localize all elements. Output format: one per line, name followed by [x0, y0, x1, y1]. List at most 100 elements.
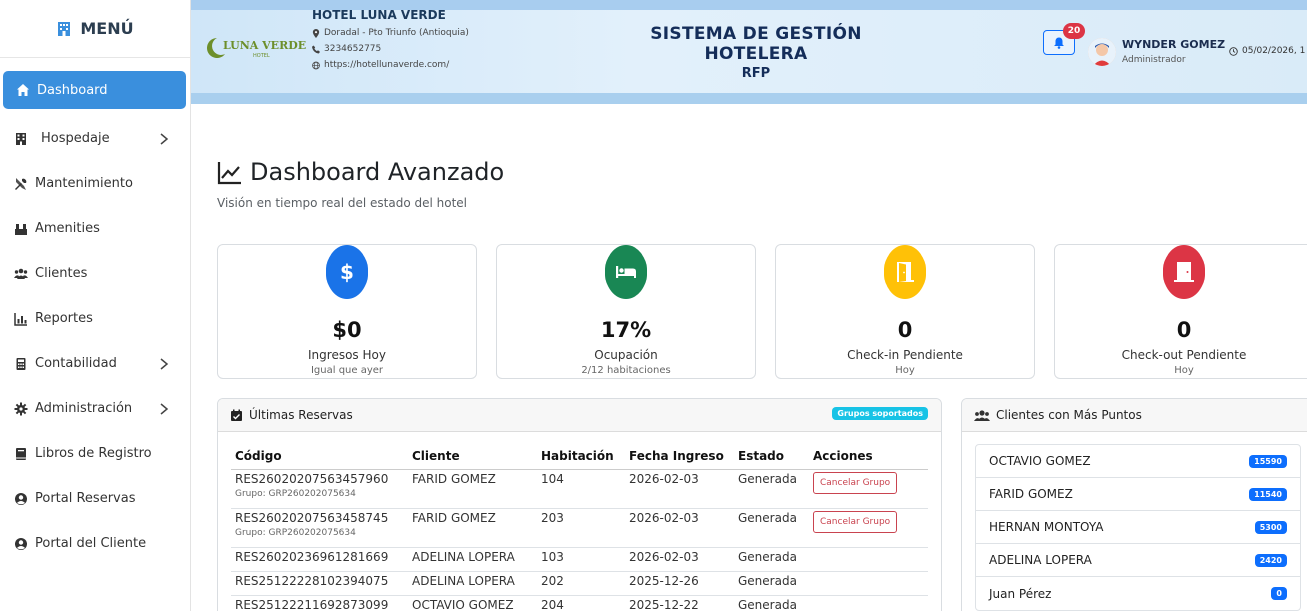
chevron-right-icon [159, 357, 169, 370]
reservation-code-cell: RES26020207563457960 Grupo: GRP2602020756… [231, 469, 408, 509]
stat-value: 17% [600, 318, 652, 342]
col-header-room: Habitación [537, 444, 625, 470]
reservation-code-cell: RES26020207563458745 Grupo: GRP2602020756… [231, 508, 408, 548]
reservation-status: Generada [734, 508, 809, 548]
sidebar-item-mantenimiento[interactable]: Mantenimiento [0, 161, 191, 206]
sidebar-item-portal-del-cliente[interactable]: Portal del Cliente [0, 521, 191, 566]
hotel-address: Doradal - Pto Triunfo (Antioquia) [324, 28, 469, 38]
chart-icon [12, 311, 30, 327]
list-item: OCTAVIO GOMEZ 15590 [976, 445, 1300, 478]
reservations-title: Últimas Reservas [249, 408, 353, 422]
users-icon [974, 409, 990, 421]
reservation-code: RES25122211692873099 [235, 597, 389, 611]
hotel-address-row: Doradal - Pto Triunfo (Antioquia) [312, 28, 469, 38]
sidebar-item-label: Libros de Registro [35, 446, 152, 461]
sidebar-item-reportes[interactable]: Reportes [0, 296, 191, 341]
chevron-right-icon [159, 132, 169, 145]
sidebar-item-label: Dashboard [37, 82, 108, 98]
hotel-website-row: https://hotellunaverde.com/ [312, 60, 469, 70]
page-title: Dashboard Avanzado [250, 158, 505, 186]
user-role: Administrador [1122, 55, 1186, 65]
sidebar-item-portal-reservas[interactable]: Portal Reservas [0, 476, 191, 521]
reservation-client: OCTAVIO GOMEZ [408, 595, 537, 611]
reservation-client: FARID GOMEZ [408, 469, 537, 509]
reservation-actions: Cancelar Grupo [809, 469, 928, 509]
reservation-date: 2026-02-03 [625, 469, 734, 509]
reservation-code: RES26020207563458745 [235, 510, 389, 525]
stat-label: Ingresos Hoy [308, 348, 386, 362]
user-avatar-icon [1088, 38, 1116, 66]
dashboard-title-row: Dashboard Avanzado [217, 158, 504, 186]
reservations-panel: Últimas Reservas Grupos soportados Códig… [217, 398, 942, 611]
sidebar-item-label: Portal del Cliente [35, 536, 147, 551]
reservation-date: 2026-02-03 [625, 508, 734, 548]
reservation-group: Grupo: GRP260202075634 [235, 488, 356, 499]
top-clients-panel: Clientes con Más Puntos OCTAVIO GOMEZ 155… [961, 398, 1307, 611]
occupancy-card: 17% Ocupación 2/12 habitaciones [496, 244, 756, 379]
cancel-group-button[interactable]: Cancelar Grupo [813, 510, 898, 533]
hotel-logo: LUNA VERDE HOTEL [207, 38, 306, 68]
reservation-code-cell: RES25122211692873099 [231, 595, 408, 611]
client-points-badge: 0 [1271, 587, 1287, 600]
stat-label: Check-in Pendiente [847, 348, 963, 362]
sidebar-item-amenities[interactable]: Amenities [0, 206, 191, 251]
hotel-icon [12, 131, 30, 147]
stat-sublabel: Hoy [1174, 365, 1194, 376]
client-name: FARID GOMEZ [989, 487, 1073, 501]
main-content: Dashboard Avanzado Visión en tiempo real… [191, 104, 1307, 611]
reservation-actions: Cancelar Grupo [809, 508, 928, 548]
page-subtitle: Visión en tiempo real del estado del hot… [217, 196, 468, 210]
cancel-group-button[interactable]: Cancelar Grupo [813, 471, 898, 494]
sidebar-item-hospedaje[interactable]: Hospedaje [0, 116, 191, 161]
stat-label: Check-out Pendiente [1121, 348, 1247, 362]
sidebar-item-administracion[interactable]: Administración [0, 386, 191, 431]
user-circle-icon [12, 491, 30, 507]
datetime-text: 05/02/2026, 1 [1242, 46, 1306, 56]
sidebar-item-libros-de-registro[interactable]: Libros de Registro [0, 431, 191, 476]
table-row: RES25122228102394075 ADELINA LOPERA 202 202… [231, 571, 928, 596]
reservation-actions [809, 547, 928, 572]
users-icon [12, 266, 30, 282]
stat-value: $0 [332, 318, 362, 342]
client-name: ADELINA LOPERA [989, 553, 1092, 567]
dollar-icon: $ [326, 245, 368, 299]
sidebar-item-contabilidad[interactable]: Contabilidad [0, 341, 191, 386]
client-name: OCTAVIO GOMEZ [989, 454, 1091, 468]
hotel-info: HOTEL LUNA VERDE Doradal - Pto Triunfo (… [312, 8, 469, 70]
reservation-client: ADELINA LOPERA [408, 547, 537, 572]
home-icon [14, 82, 32, 98]
client-points-badge: 2420 [1254, 553, 1287, 567]
chart-line-icon [217, 161, 241, 184]
reservation-room: 202 [537, 571, 625, 596]
reservation-status: Generada [734, 547, 809, 572]
income-today-card: $ $0 Ingresos Hoy Igual que ayer [217, 244, 477, 379]
reservation-actions [809, 571, 928, 596]
bell-icon [1054, 37, 1064, 49]
client-points-badge: 11540 [1249, 487, 1287, 501]
list-item: Juan Pérez 0 [976, 577, 1300, 610]
stat-sublabel: 2/12 habitaciones [581, 365, 671, 376]
hotel-phone: 3234652775 [324, 44, 382, 54]
col-header-status: Estado [734, 444, 809, 470]
amenities-icon [12, 221, 30, 237]
sidebar-item-clientes[interactable]: Clientes [0, 251, 191, 296]
top-clients-list: OCTAVIO GOMEZ 15590 FARID GOMEZ 11540 HERNAN… [975, 444, 1301, 611]
user-name: WYNDER GOMEZ [1122, 38, 1226, 51]
sidebar-item-dashboard[interactable]: Dashboard [3, 71, 186, 109]
phone-icon [312, 45, 320, 53]
chevron-right-icon [159, 402, 169, 415]
top-clients-title: Clientes con Más Puntos [996, 408, 1142, 422]
hotel-website-link[interactable]: https://hotellunaverde.com/ [324, 60, 449, 70]
calculator-icon [12, 356, 30, 372]
client-name: Juan Pérez [989, 586, 1052, 601]
checkin-pending-card: 0 Check-in Pendiente Hoy [775, 244, 1035, 379]
reservation-code-cell: RES25122228102394075 [231, 571, 408, 596]
sidebar: MENÚ Dashboard Hospedaje Mantenimiento Amen… [0, 0, 191, 611]
reservation-code: RES26020207563457960 [235, 471, 389, 486]
reservation-date: 2025-12-26 [625, 571, 734, 596]
user-avatar[interactable] [1088, 38, 1116, 66]
tools-icon [12, 176, 30, 192]
table-row: RES26020207563458745 Grupo: GRP2602020756… [231, 508, 928, 548]
sidebar-item-label: Contabilidad [35, 356, 117, 371]
reservation-actions [809, 595, 928, 611]
